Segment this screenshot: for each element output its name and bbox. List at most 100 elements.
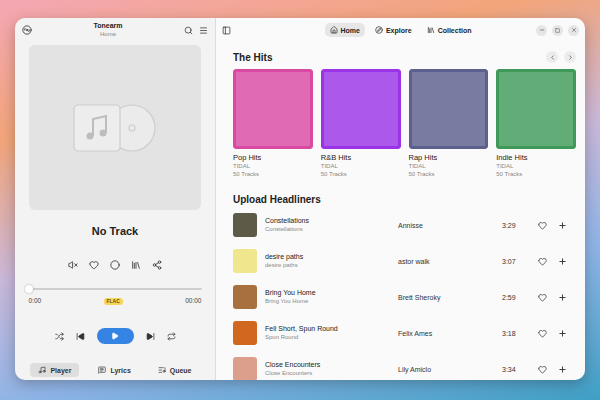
tab-icon xyxy=(98,366,106,374)
playlist-source: TIDAL xyxy=(233,162,313,170)
share-icon[interactable] xyxy=(152,260,162,270)
heart-icon[interactable] xyxy=(538,221,547,230)
track-artist[interactable]: astor walk xyxy=(398,258,494,265)
playlist-cover xyxy=(496,69,576,149)
playlist-card[interactable]: R&B HitsTIDAL50 Tracks xyxy=(321,69,401,178)
seek-knob[interactable] xyxy=(25,285,33,293)
track-row[interactable]: Close EncountersClose Encounters Lily Ami… xyxy=(233,351,576,380)
track-album: Close Encounters xyxy=(265,369,390,378)
app-window: TonearmHomeNo Track0:00FLAC00:00PlayerLy… xyxy=(15,18,585,380)
track-artist[interactable]: Lily Amiclo xyxy=(398,366,494,373)
heart-icon[interactable] xyxy=(538,257,547,266)
playlist-card[interactable]: Rap HitsTIDAL50 Tracks xyxy=(409,69,489,178)
player-tab[interactable]: Player xyxy=(30,363,79,377)
seek-slider[interactable] xyxy=(29,285,202,293)
track-artist[interactable]: Felix Ames xyxy=(398,330,494,337)
track-duration: 3:34 xyxy=(502,366,530,373)
heart-icon[interactable] xyxy=(538,293,547,302)
volume-muted-icon[interactable] xyxy=(68,260,78,270)
window-controls xyxy=(536,25,579,36)
window-title: TonearmHome xyxy=(38,22,178,38)
playlist-card[interactable]: Indie HitsTIDAL50 Tracks xyxy=(496,69,576,178)
track-artist[interactable]: Annisse xyxy=(398,222,494,229)
playlist-cover xyxy=(233,69,313,149)
view-tab[interactable]: Home xyxy=(325,23,365,37)
play-button[interactable] xyxy=(97,328,134,344)
browse-header: Home Explore Collection xyxy=(216,18,585,42)
tab-icon xyxy=(158,366,166,374)
add-icon[interactable] xyxy=(558,221,567,230)
track-album: Spun Round xyxy=(265,333,390,342)
track-row[interactable]: Bring You HomeBring You HomeBrett Sherok… xyxy=(233,279,576,315)
maximize-button[interactable] xyxy=(552,25,563,36)
track-thumbnail xyxy=(233,357,257,380)
browse-pane: Home Explore Collection The Hits Pop HitsTID… xyxy=(216,18,585,380)
repeat-icon[interactable] xyxy=(167,332,176,341)
previous-button[interactable] xyxy=(546,51,558,63)
add-icon[interactable] xyxy=(558,293,567,302)
app-title: Tonearm xyxy=(93,22,122,30)
heart-icon[interactable] xyxy=(538,329,547,338)
add-icon[interactable] xyxy=(558,365,567,374)
player-tab[interactable]: Queue xyxy=(150,363,200,377)
playback-controls xyxy=(55,328,176,344)
next-icon[interactable] xyxy=(146,332,155,341)
track-actions xyxy=(68,260,162,270)
menu-icon[interactable] xyxy=(199,26,208,35)
view-tab[interactable]: Explore xyxy=(370,23,417,37)
track-info: ConstellationsConstellations xyxy=(265,216,390,234)
minimize-icon xyxy=(539,27,545,33)
track-row[interactable]: desire pathsdesire paths astor walk 3:07 xyxy=(233,243,576,279)
player-pane: TonearmHomeNo Track0:00FLAC00:00PlayerLy… xyxy=(15,18,216,380)
chevron-left-icon xyxy=(549,54,556,61)
player-tab[interactable]: Lyrics xyxy=(90,363,138,377)
tab-icon xyxy=(38,366,46,374)
track-info: Fell Short, Spun RoundSpun Round xyxy=(265,324,390,342)
chevron-right-icon xyxy=(567,54,574,61)
time-row: 0:00FLAC00:00 xyxy=(29,297,202,305)
playlist-title: Pop Hits xyxy=(233,153,313,162)
browse-content: The HitsPop HitsTIDAL50 TracksR&B HitsTI… xyxy=(216,42,585,380)
search-icon[interactable] xyxy=(184,26,193,35)
desktop: TonearmHomeNo Track0:00FLAC00:00PlayerLy… xyxy=(0,0,600,400)
track-info: desire pathsdesire paths xyxy=(265,252,390,270)
add-icon[interactable] xyxy=(558,329,567,338)
track-album: desire paths xyxy=(265,261,390,270)
track-duration: 2:59 xyxy=(502,294,530,301)
quality-badge: FLAC xyxy=(104,298,123,305)
track-row[interactable]: Fell Short, Spun RoundSpun Round Felix Am… xyxy=(233,315,576,351)
track-list: ConstellationsConstellations Annisse 3:29 d… xyxy=(233,207,576,380)
heart-icon[interactable] xyxy=(538,365,547,374)
track-album: Constellations xyxy=(265,225,390,234)
sidebar-toggle-icon[interactable] xyxy=(222,26,231,35)
next-button[interactable] xyxy=(564,51,576,63)
player-header: TonearmHome xyxy=(15,18,215,42)
minimize-button[interactable] xyxy=(536,25,547,36)
previous-icon[interactable] xyxy=(76,332,85,341)
section-header: The Hits xyxy=(233,50,576,64)
track-album: Bring You Home xyxy=(265,297,390,306)
library-icon[interactable] xyxy=(131,260,141,270)
track-duration: 3:29 xyxy=(502,222,530,229)
heart-icon[interactable] xyxy=(89,260,99,270)
circle-icon[interactable] xyxy=(110,260,120,270)
shuffle-icon[interactable] xyxy=(55,332,64,341)
playlist-card[interactable]: Pop HitsTIDAL50 Tracks xyxy=(233,69,313,178)
track-duration: 3:07 xyxy=(502,258,530,265)
playlist-cover xyxy=(321,69,401,149)
track-row[interactable]: ConstellationsConstellations Annisse 3:29 xyxy=(233,207,576,243)
playlist-count: 50 Tracks xyxy=(233,170,313,178)
album-art xyxy=(29,45,201,210)
track-artist[interactable]: Brett Sheroky xyxy=(398,294,494,301)
track-name: Close Encounters xyxy=(265,360,390,369)
close-button[interactable] xyxy=(568,25,579,36)
elapsed-time: 0:00 xyxy=(29,297,42,305)
tab-icon xyxy=(375,26,383,34)
view-tab[interactable]: Collection xyxy=(422,23,477,37)
add-icon[interactable] xyxy=(558,257,567,266)
close-icon xyxy=(571,27,577,33)
carousel-nav xyxy=(546,51,576,63)
track-name: Fell Short, Spun Round xyxy=(265,324,390,333)
playlist-count: 50 Tracks xyxy=(321,170,401,178)
track-thumbnail xyxy=(233,285,257,309)
